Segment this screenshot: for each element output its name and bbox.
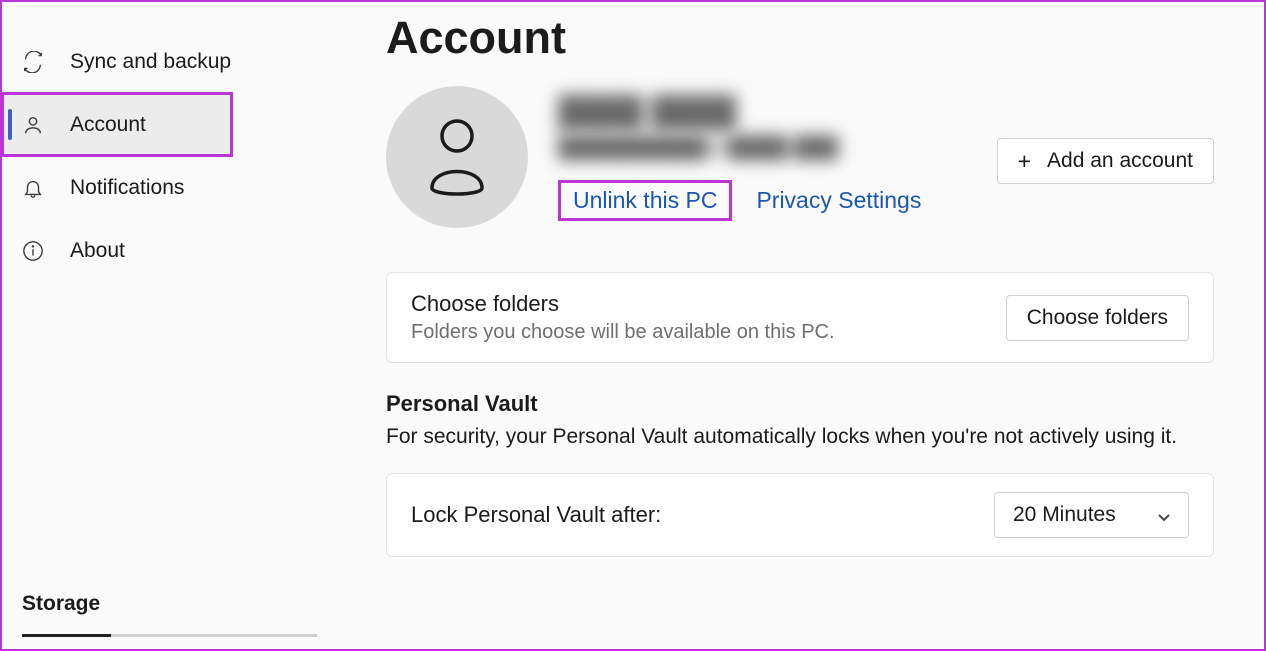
storage-bar-fill	[22, 634, 111, 637]
page-title: Account	[386, 12, 1214, 64]
personal-vault-section: Personal Vault For security, your Person…	[386, 391, 1214, 557]
add-account-label: Add an account	[1047, 149, 1193, 173]
account-email-redacted: ██████████@████.███	[558, 136, 997, 160]
storage-bar	[22, 634, 317, 637]
sidebar: Sync and backup Account Notifications Ab…	[2, 2, 324, 649]
account-links: Unlink this PC Privacy Settings	[558, 180, 997, 221]
lock-vault-label: Lock Personal Vault after:	[411, 502, 661, 528]
sidebar-item-label: Sync and backup	[70, 50, 231, 74]
sidebar-item-sync[interactable]: Sync and backup	[2, 30, 324, 93]
choose-folders-desc: Folders you choose will be available on …	[411, 321, 835, 344]
choose-folders-title: Choose folders	[411, 291, 835, 317]
person-icon	[22, 114, 44, 136]
lock-vault-value: 20 Minutes	[1013, 503, 1116, 527]
unlink-pc-link[interactable]: Unlink this PC	[558, 180, 732, 221]
personal-vault-title: Personal Vault	[386, 391, 1214, 417]
add-account-button[interactable]: + Add an account	[997, 138, 1214, 184]
storage-heading: Storage	[22, 592, 304, 616]
plus-icon: +	[1018, 150, 1031, 173]
sidebar-list: Sync and backup Account Notifications Ab…	[2, 30, 324, 592]
bell-icon	[22, 177, 44, 199]
sidebar-item-account[interactable]: Account	[2, 93, 232, 156]
privacy-settings-link[interactable]: Privacy Settings	[756, 187, 921, 214]
personal-vault-desc: For security, your Personal Vault automa…	[386, 425, 1214, 449]
sidebar-item-notifications[interactable]: Notifications	[2, 156, 324, 219]
choose-folders-card: Choose folders Folders you choose will b…	[386, 272, 1214, 363]
main-content: Account ████ ████ ██████████@████.███ Un…	[324, 2, 1264, 649]
account-info: ████ ████ ██████████@████.███ Unlink thi…	[558, 86, 997, 221]
sidebar-item-label: About	[70, 239, 125, 263]
info-icon	[22, 240, 44, 262]
sidebar-item-label: Account	[70, 113, 146, 137]
avatar	[386, 86, 528, 228]
lock-vault-card: Lock Personal Vault after: 20 Minutes	[386, 473, 1214, 557]
choose-folders-button[interactable]: Choose folders	[1006, 295, 1189, 341]
account-name-redacted: ████ ████	[558, 96, 997, 130]
sidebar-footer: Storage	[2, 592, 324, 649]
choose-folders-text: Choose folders Folders you choose will b…	[411, 291, 835, 344]
chevron-down-icon	[1156, 507, 1172, 523]
sync-icon	[22, 51, 44, 73]
sidebar-item-label: Notifications	[70, 176, 184, 200]
sidebar-item-about[interactable]: About	[2, 219, 324, 282]
account-header: ████ ████ ██████████@████.███ Unlink thi…	[386, 86, 1214, 228]
lock-vault-dropdown[interactable]: 20 Minutes	[994, 492, 1189, 538]
